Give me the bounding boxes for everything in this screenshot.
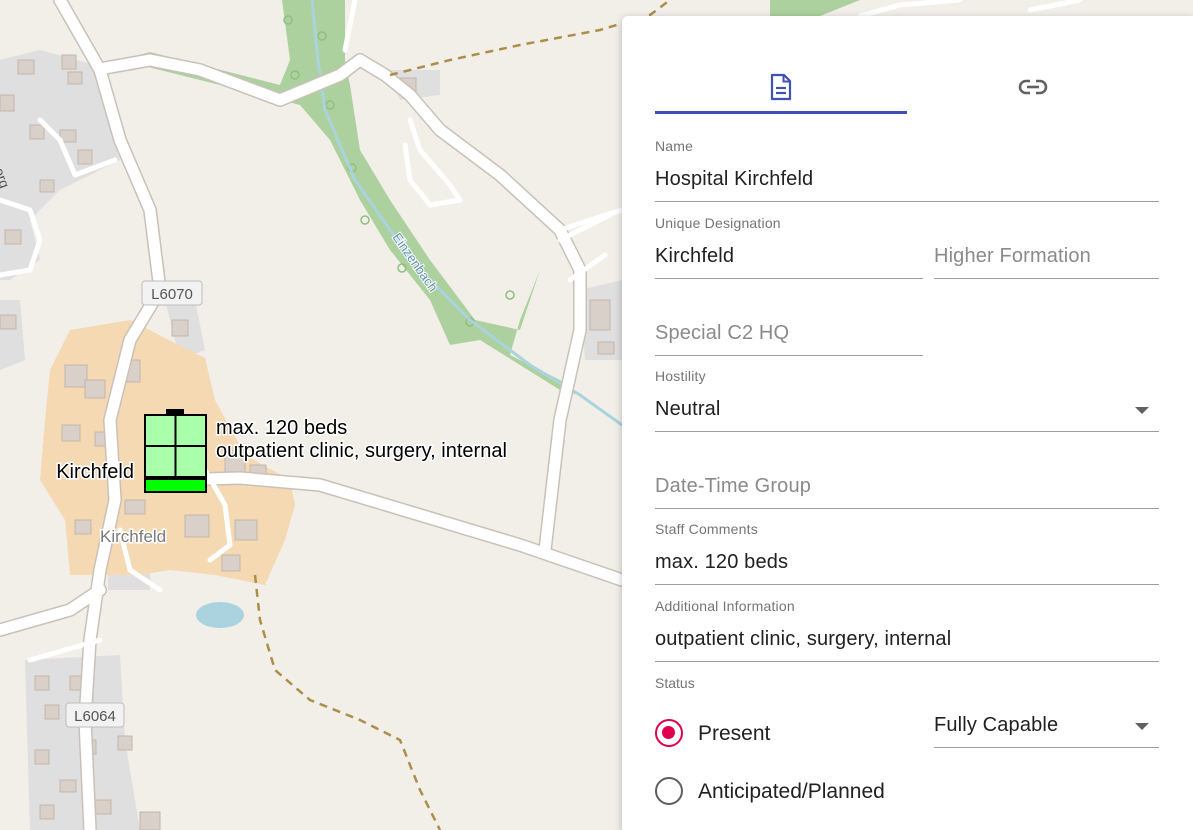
staff-comments-label: Staff Comments bbox=[655, 521, 758, 537]
capability-underline bbox=[934, 747, 1159, 748]
date-time-group-field[interactable]: Date-Time Group bbox=[655, 445, 1159, 509]
date-time-group-underline bbox=[655, 508, 1159, 509]
chevron-down-icon bbox=[1135, 723, 1149, 730]
properties-panel: Name Hospital Kirchfeld Unique Designati… bbox=[622, 16, 1193, 830]
status-option-anticipated-label: Anticipated/Planned bbox=[698, 780, 885, 803]
hostility-underline bbox=[655, 431, 1159, 432]
date-time-group-placeholder: Date-Time Group bbox=[655, 475, 811, 497]
road-label-l6064: L6064 bbox=[74, 708, 116, 725]
unit-status-bar bbox=[144, 478, 207, 493]
tab-properties[interactable] bbox=[655, 64, 907, 114]
hostility-label: Hostility bbox=[655, 368, 706, 384]
special-c2-hq-placeholder: Special C2 HQ bbox=[655, 322, 790, 344]
additional-information-field[interactable]: Additional Information outpatient clinic… bbox=[655, 598, 1159, 662]
unique-designation-label: Unique Designation bbox=[655, 215, 781, 231]
higher-formation-field[interactable]: Higher Formation bbox=[934, 215, 1159, 279]
hostility-select[interactable]: Hostility Neutral bbox=[655, 368, 1159, 432]
name-underline bbox=[655, 201, 1159, 202]
radio-anticipated[interactable] bbox=[655, 777, 683, 805]
staff-comments-value: max. 120 beds bbox=[655, 551, 789, 573]
status-option-anticipated[interactable]: Anticipated/Planned bbox=[655, 776, 955, 806]
active-tab-indicator bbox=[655, 111, 907, 114]
radio-present[interactable] bbox=[655, 719, 683, 747]
hostility-value: Neutral bbox=[655, 398, 721, 420]
special-c2-hq-field[interactable]: Special C2 HQ bbox=[655, 292, 923, 356]
status-label: Status bbox=[655, 675, 695, 691]
name-value: Hospital Kirchfeld bbox=[655, 168, 814, 190]
special-c2-hq-underline bbox=[655, 355, 923, 356]
tab-links[interactable] bbox=[907, 64, 1159, 114]
additional-information-label: Additional Information bbox=[655, 598, 795, 614]
additional-information-underline bbox=[655, 661, 1159, 662]
status-option-present[interactable]: Present bbox=[655, 718, 915, 748]
unit-additional-info-label: outpatient clinic, surgery, internal bbox=[216, 440, 507, 462]
road-shield-l6070: L6070 bbox=[141, 280, 203, 306]
road-label-l6070: L6070 bbox=[151, 286, 193, 303]
place-label-kirchfeld: Kirchfeld bbox=[100, 527, 166, 546]
staff-comments-field[interactable]: Staff Comments max. 120 beds bbox=[655, 521, 1159, 585]
document-icon bbox=[769, 73, 793, 106]
additional-information-value: outpatient clinic, surgery, internal bbox=[655, 628, 952, 650]
status-option-present-label: Present bbox=[698, 722, 771, 745]
pond bbox=[196, 602, 244, 628]
capability-value: Fully Capable bbox=[934, 714, 1059, 736]
chevron-down-icon bbox=[1135, 407, 1149, 414]
staff-comments-underline bbox=[655, 584, 1159, 585]
unit-symbol-hospital[interactable] bbox=[144, 409, 207, 493]
unique-designation-value: Kirchfeld bbox=[655, 245, 735, 267]
panel-tabs bbox=[655, 64, 1159, 114]
higher-formation-placeholder: Higher Formation bbox=[934, 245, 1091, 267]
unit-staff-comments-label: max. 120 beds bbox=[216, 417, 347, 439]
name-field[interactable]: Name Hospital Kirchfeld bbox=[655, 138, 1159, 202]
unit-designation-label: Kirchfeld bbox=[56, 461, 134, 483]
capability-select[interactable]: Fully Capable bbox=[934, 704, 1159, 748]
road-shield-l6064: L6064 bbox=[65, 702, 125, 728]
link-icon bbox=[1018, 78, 1048, 101]
unique-designation-underline bbox=[655, 278, 923, 279]
name-label: Name bbox=[655, 138, 694, 154]
unique-designation-field[interactable]: Unique Designation Kirchfeld bbox=[655, 215, 923, 279]
higher-formation-underline bbox=[934, 278, 1159, 279]
